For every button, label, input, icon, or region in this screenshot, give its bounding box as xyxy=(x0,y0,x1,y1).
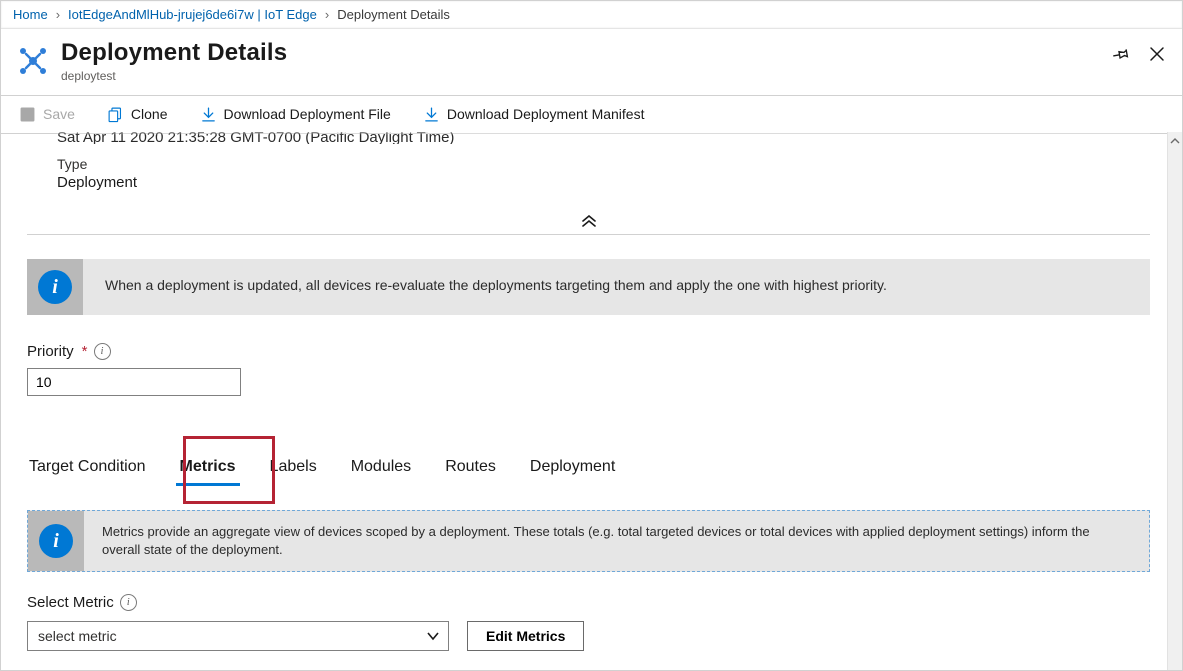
breadcrumb-hub[interactable]: IotEdgeAndMlHub-jrujej6de6i7w | IoT Edge xyxy=(68,7,317,22)
tab-labels[interactable]: Labels xyxy=(268,452,319,482)
metrics-info-text: Metrics provide an aggregate view of dev… xyxy=(84,511,1149,571)
download-deployment-manifest-button[interactable]: Download Deployment Manifest xyxy=(415,102,653,127)
chevron-down-icon xyxy=(426,629,440,643)
breadcrumb: Home › IotEdgeAndMlHub-jrujej6de6i7w | I… xyxy=(1,1,1182,29)
download-manifest-label: Download Deployment Manifest xyxy=(447,106,645,122)
breadcrumb-separator: › xyxy=(325,7,329,22)
save-label: Save xyxy=(43,106,75,122)
scroll-up-arrow[interactable] xyxy=(1168,132,1182,150)
pin-button[interactable] xyxy=(1110,43,1132,65)
clone-button[interactable]: Clone xyxy=(99,102,176,127)
type-label: Type xyxy=(57,156,1150,172)
close-button[interactable] xyxy=(1146,43,1168,65)
deployment-icon xyxy=(15,43,51,79)
priority-input[interactable] xyxy=(27,368,241,396)
breadcrumb-separator: › xyxy=(56,7,60,22)
priority-info-text: When a deployment is updated, all device… xyxy=(83,259,1150,315)
required-marker: * xyxy=(82,343,88,360)
page-header: Deployment Details deploytest xyxy=(1,29,1182,96)
info-icon: i xyxy=(28,511,84,571)
priority-label: Priority xyxy=(27,343,74,360)
download-file-label: Download Deployment File xyxy=(224,106,391,122)
breadcrumb-current: Deployment Details xyxy=(337,7,450,22)
page-subtitle: deploytest xyxy=(61,69,1110,83)
select-metric-label: Select Metric xyxy=(27,594,114,611)
tab-deployment[interactable]: Deployment xyxy=(528,452,617,482)
select-metric-value: select metric xyxy=(38,628,117,644)
info-icon: i xyxy=(27,259,83,315)
select-metric-dropdown[interactable]: select metric xyxy=(27,621,449,651)
page-title: Deployment Details xyxy=(61,39,1110,67)
select-metric-help-icon[interactable]: i xyxy=(120,594,137,611)
priority-help-icon[interactable]: i xyxy=(94,343,111,360)
command-bar: Save Clone Download Deployment File Down… xyxy=(1,96,1182,134)
tab-target-condition[interactable]: Target Condition xyxy=(27,452,148,482)
download-deployment-file-button[interactable]: Download Deployment File xyxy=(192,102,399,127)
save-button: Save xyxy=(11,102,83,127)
metrics-info-banner: i Metrics provide an aggregate view of d… xyxy=(27,510,1150,572)
tab-modules[interactable]: Modules xyxy=(349,452,413,482)
breadcrumb-home[interactable]: Home xyxy=(13,7,48,22)
tab-routes[interactable]: Routes xyxy=(443,452,498,482)
vertical-scrollbar[interactable] xyxy=(1167,132,1182,670)
clone-label: Clone xyxy=(131,106,168,122)
edit-metrics-button[interactable]: Edit Metrics xyxy=(467,621,584,651)
created-time-value: Sat Apr 11 2020 21:35:28 GMT-0700 (Pacif… xyxy=(57,132,1150,144)
deployment-tabs: Target Condition Metrics Labels Modules … xyxy=(27,452,1150,482)
collapse-toggle[interactable] xyxy=(571,211,607,231)
tab-metrics[interactable]: Metrics xyxy=(178,452,238,482)
priority-info-banner: i When a deployment is updated, all devi… xyxy=(27,259,1150,315)
type-value: Deployment xyxy=(57,174,1150,191)
